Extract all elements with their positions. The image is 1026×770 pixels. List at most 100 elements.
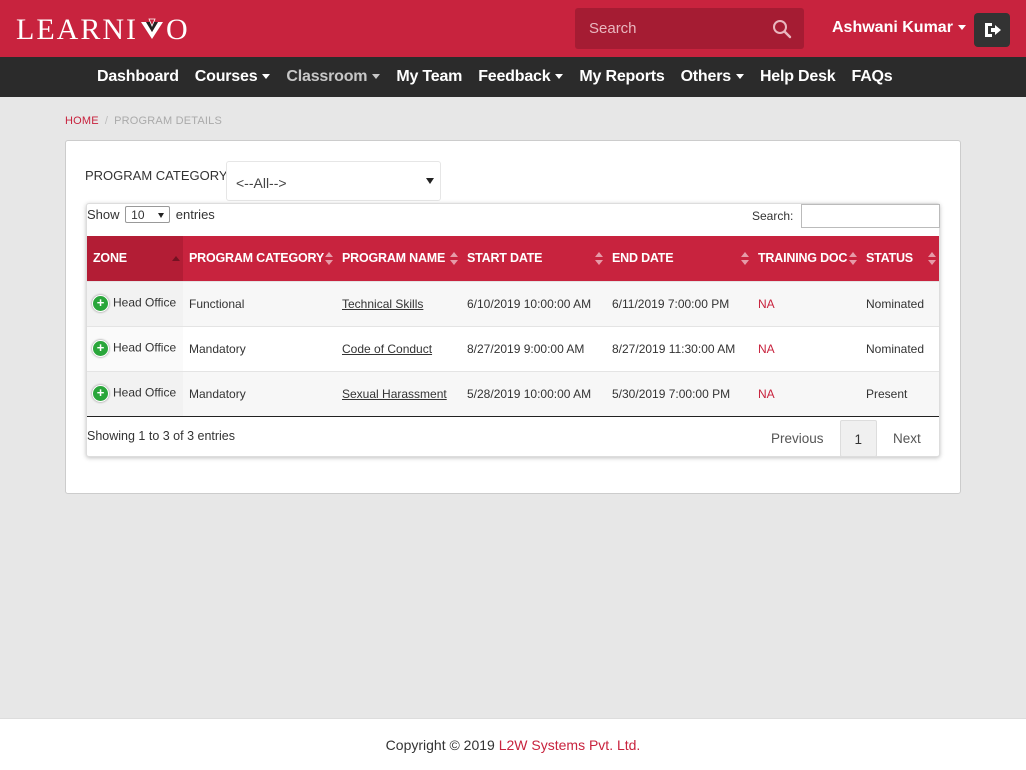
sign-out-icon <box>985 23 1001 37</box>
column-header-training-doc[interactable]: TRAINING DOC <box>752 236 860 281</box>
table-info: Showing 1 to 3 of 3 entries <box>87 429 236 443</box>
cell-end-date: 6/11/2019 7:00:00 PM <box>606 280 752 326</box>
table-header-row: ZONE PROGRAM CATEGORY PROGRAM NAME START… <box>87 236 939 281</box>
user-menu-dropdown[interactable]: Ashwani Kumar <box>832 19 966 37</box>
cell-zone: + Head Office <box>87 280 183 326</box>
page-length-value: 10 <box>131 208 145 222</box>
pagination: Previous 1 Next <box>755 420 937 457</box>
column-header-start-date[interactable]: START DATE <box>461 236 606 281</box>
cell-end-date: 5/30/2019 7:00:00 PM <box>606 370 752 417</box>
nav-item-my-team[interactable]: My Team <box>388 68 470 86</box>
nav-item-label: Help Desk <box>759 68 836 85</box>
nav-item-others[interactable]: Others <box>673 68 752 86</box>
nav-item-dashboard[interactable]: Dashboard <box>89 68 187 86</box>
nav-item-courses[interactable]: Courses <box>187 68 279 86</box>
program-category-label: PROGRAM CATEGORY <box>85 168 228 183</box>
page-length-control: Show 10 entries <box>87 206 215 223</box>
breadcrumb-home-link[interactable]: HOME <box>65 115 99 127</box>
nav-item-faqs[interactable]: FAQs <box>844 68 901 86</box>
main-navigation: Dashboard Courses Classroom My Team Feedback… <box>0 57 1026 97</box>
logo-text-right: O <box>165 13 190 46</box>
pagination-page-1[interactable]: 1 <box>839 420 878 457</box>
entries-label: entries <box>175 207 215 222</box>
cell-zone: + Head Office <box>87 370 183 417</box>
cell-status: Nominated <box>860 325 939 371</box>
cell-program-name: Sexual Harassment <box>336 370 461 417</box>
sort-icon <box>928 252 936 266</box>
column-header-status[interactable]: STATUS <box>860 236 939 281</box>
user-name: Ashwani Kumar <box>832 19 953 36</box>
global-search-input[interactable] <box>589 20 759 37</box>
nav-item-label: My Reports <box>579 68 665 85</box>
breadcrumb: HOME / PROGRAM DETAILS <box>65 115 222 127</box>
page-length-select[interactable]: 10 <box>125 206 171 223</box>
expand-row-plus-icon[interactable]: + <box>92 295 109 312</box>
chevron-down-icon <box>957 25 966 31</box>
sort-icon <box>450 252 458 266</box>
select-arrow-icon <box>158 213 165 218</box>
cell-program-category: Mandatory <box>183 325 336 371</box>
cell-start-date: 6/10/2019 10:00:00 AM <box>461 280 606 326</box>
table-search-label: Search: <box>752 209 794 223</box>
table-row: + Head Office Functional Technical Skills 6/… <box>87 280 939 326</box>
global-search <box>575 8 804 49</box>
select-arrow-icon <box>426 178 434 184</box>
cell-start-date: 5/28/2019 10:00:00 AM <box>461 370 606 417</box>
nav-item-feedback[interactable]: Feedback <box>470 68 571 86</box>
copyright-text: Copyright © 2019 <box>385 737 495 753</box>
nav-item-help-desk[interactable]: Help Desk <box>752 68 844 86</box>
column-header-program-name[interactable]: PROGRAM NAME <box>336 236 461 281</box>
nav-item-label: Feedback <box>478 68 551 85</box>
sort-asc-icon <box>172 256 180 261</box>
column-header-end-date[interactable]: END DATE <box>606 236 752 281</box>
cell-training-doc: NA <box>752 370 860 417</box>
breadcrumb-separator: / <box>104 115 109 127</box>
cell-start-date: 8/27/2019 9:00:00 AM <box>461 325 606 371</box>
table-row: + Head Office Mandatory Sexual Harassment 5/… <box>87 370 939 417</box>
chevron-down-icon <box>555 74 564 80</box>
expand-row-plus-icon[interactable]: + <box>92 340 109 357</box>
learnivo-logo[interactable]: LEARNI O <box>16 14 190 49</box>
program-name-link[interactable]: Code of Conduct <box>342 342 432 356</box>
search-icon[interactable] <box>772 19 792 39</box>
cell-training-doc: NA <box>752 280 860 326</box>
sort-icon <box>849 252 857 266</box>
expand-row-plus-icon[interactable]: + <box>92 385 109 402</box>
table-row: + Head Office Mandatory Code of Conduct 8/27… <box>87 325 939 371</box>
chevron-down-icon <box>262 74 271 80</box>
logout-button[interactable] <box>974 13 1010 47</box>
nav-item-classroom[interactable]: Classroom <box>278 68 388 86</box>
breadcrumb-current: PROGRAM DETAILS <box>114 115 223 127</box>
column-header-zone[interactable]: ZONE <box>87 236 183 281</box>
sort-icon <box>595 252 603 266</box>
cell-status: Present <box>860 370 939 417</box>
cell-program-category: Mandatory <box>183 370 336 417</box>
show-label: Show <box>87 207 120 222</box>
cell-program-category: Functional <box>183 280 336 326</box>
pagination-next[interactable]: Next <box>877 420 937 457</box>
cell-program-name: Code of Conduct <box>336 325 461 371</box>
nav-item-label: Others <box>680 68 732 85</box>
program-category-select[interactable]: <--All--> <box>226 161 441 201</box>
program-name-link[interactable]: Technical Skills <box>342 297 423 311</box>
cell-zone: + Head Office <box>87 325 183 371</box>
sort-icon <box>325 252 333 266</box>
program-details-panel: PROGRAM CATEGORY <--All--> Show 10 entri… <box>65 140 961 494</box>
program-name-link[interactable]: Sexual Harassment <box>342 387 447 401</box>
nav-item-label: Dashboard <box>97 68 179 85</box>
column-header-program-category[interactable]: PROGRAM CATEGORY <box>183 236 336 281</box>
nav-item-label: Classroom <box>286 68 368 85</box>
nav-item-label: Courses <box>194 68 258 85</box>
programs-table: ZONE PROGRAM CATEGORY PROGRAM NAME START… <box>87 236 939 417</box>
table-search-input[interactable] <box>801 204 940 228</box>
programs-table-wrapper: Show 10 entries Search: ZONE PROGRAM CAT… <box>86 203 940 457</box>
nav-item-my-reports[interactable]: My Reports <box>571 68 672 86</box>
chevron-down-icon <box>372 74 381 80</box>
cell-program-name: Technical Skills <box>336 280 461 326</box>
pagination-previous[interactable]: Previous <box>755 420 840 457</box>
nav-item-label: My Team <box>396 68 463 85</box>
company-link[interactable]: L2W Systems Pvt. Ltd. <box>499 737 641 753</box>
sort-icon <box>741 252 749 266</box>
footer: Copyright © 2019 L2W Systems Pvt. Ltd. <box>0 718 1026 770</box>
cell-training-doc: NA <box>752 325 860 371</box>
